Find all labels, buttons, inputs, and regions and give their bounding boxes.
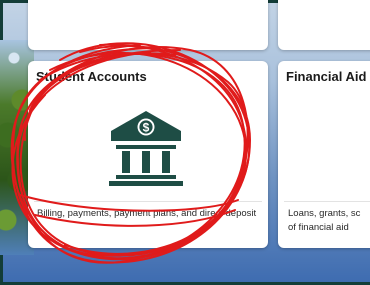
card-description: Loans, grants, sc of financial aid	[288, 207, 370, 235]
service-card-top-left[interactable]	[28, 0, 268, 50]
card-description-line: Loans, grants, sc	[288, 208, 361, 219]
financial-aid-card[interactable]: Financial Aid Loans, grants, sc of finan…	[278, 61, 370, 248]
svg-text:$: $	[143, 121, 150, 135]
bank-dollar-icon: $	[109, 111, 183, 186]
card-description-line: of financial aid	[288, 222, 349, 233]
card-description: Billing, payments, payment plans, and di…	[37, 208, 257, 219]
service-card-top-right[interactable]	[278, 0, 370, 50]
student-accounts-card[interactable]: Student Accounts $ Billing, payments, pa…	[28, 61, 268, 248]
card-title: Student Accounts	[36, 69, 147, 84]
card-divider	[284, 201, 370, 202]
card-divider	[34, 201, 262, 202]
card-title: Financial Aid	[286, 69, 367, 84]
